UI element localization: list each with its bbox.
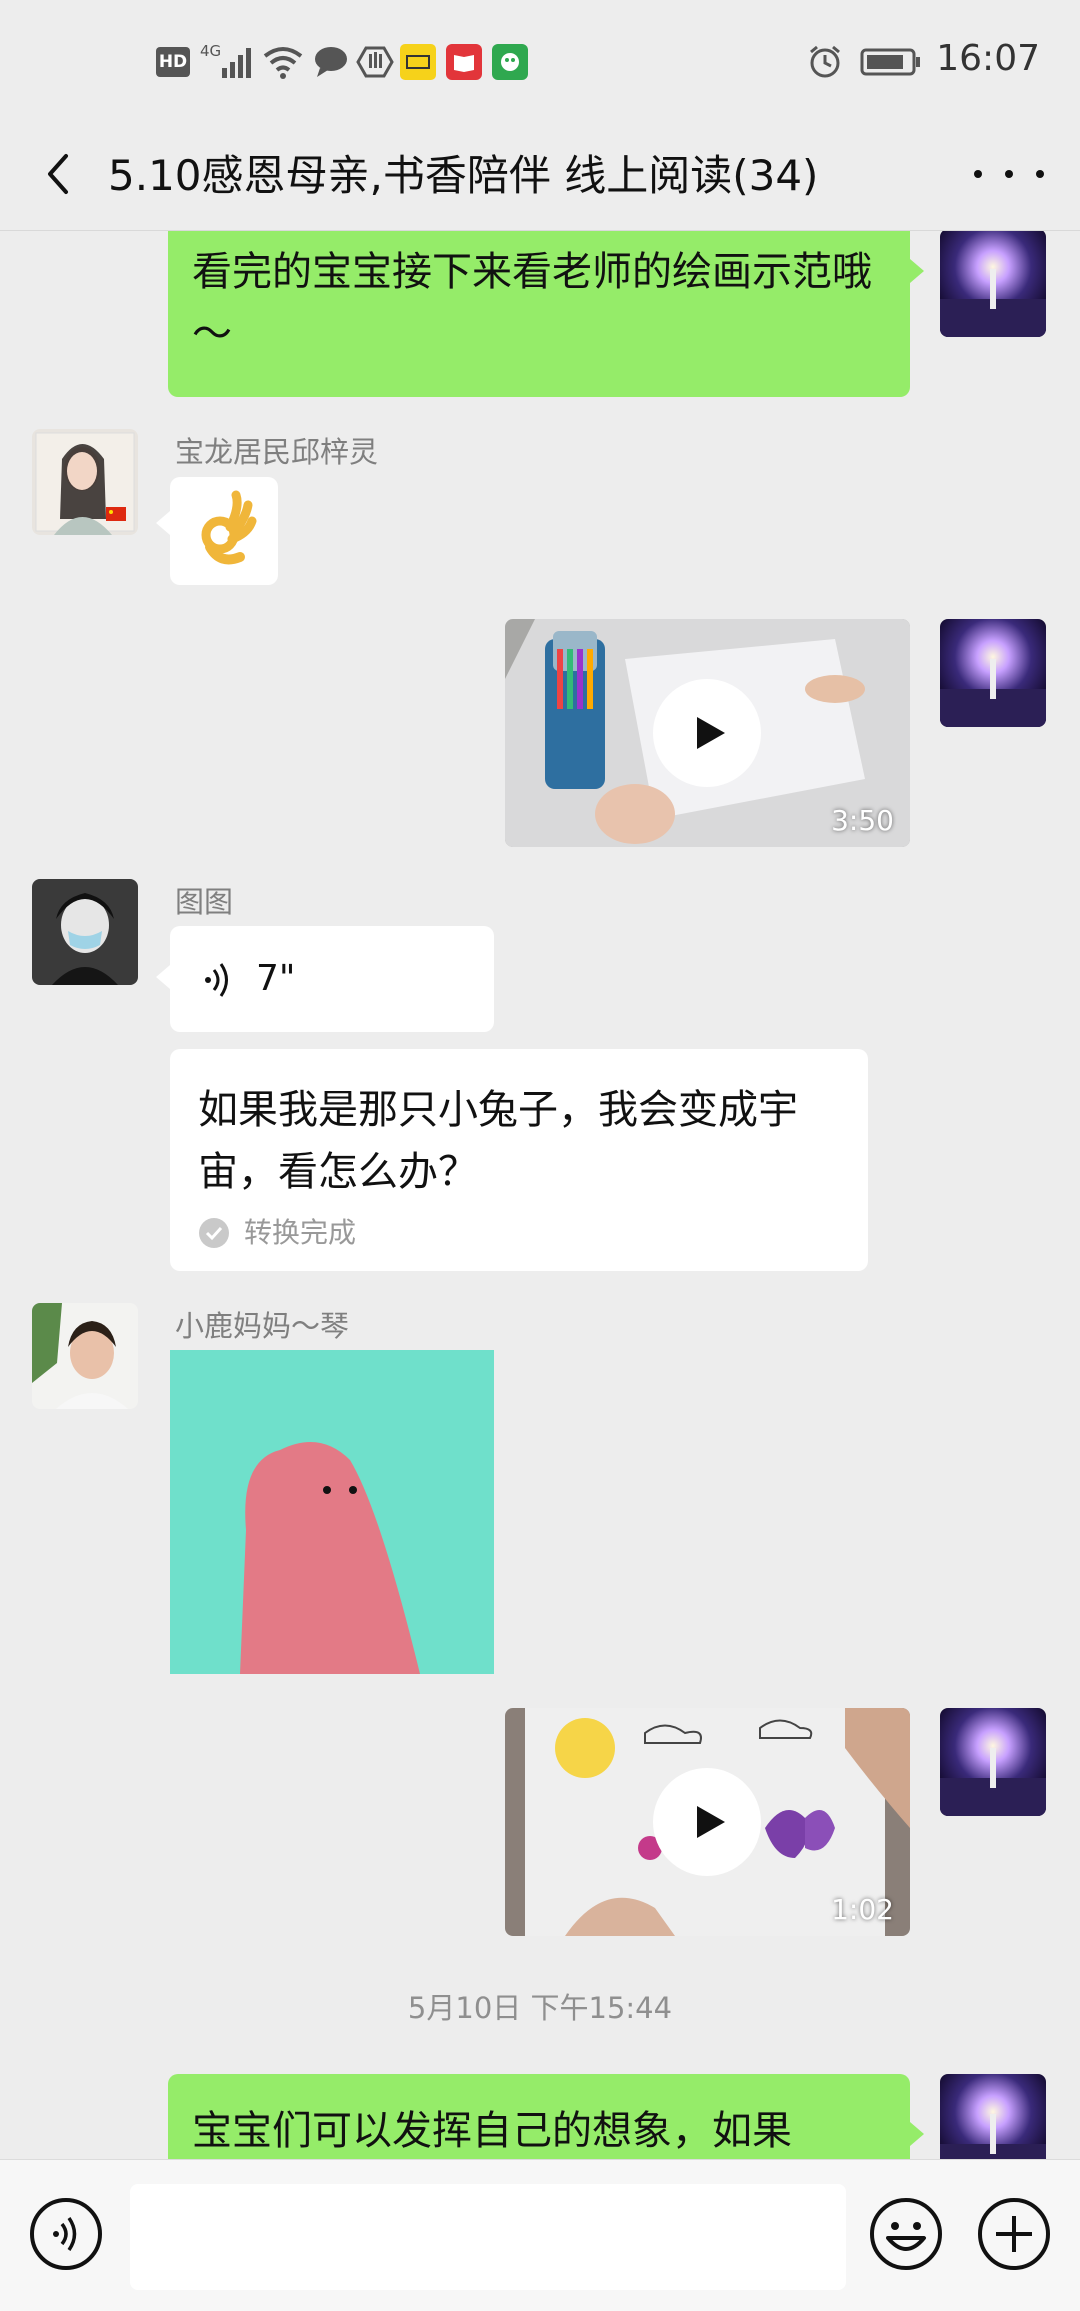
wifi-icon	[262, 44, 304, 80]
play-icon	[697, 1806, 725, 1838]
sender-name: 图图	[175, 885, 234, 919]
image-message[interactable]	[170, 1350, 494, 1674]
bubble-tail	[910, 259, 924, 283]
network-type: 4G	[200, 42, 222, 60]
video-duration: 1:02	[831, 1893, 894, 1926]
avatar-other[interactable]	[32, 429, 138, 535]
book-app-icon	[446, 44, 482, 80]
avatar-other[interactable]	[32, 1303, 138, 1409]
more-dot-icon	[1036, 170, 1044, 178]
avatar-self[interactable]	[940, 2074, 1046, 2159]
video-duration: 3:50	[831, 804, 894, 837]
voice-length: 7"	[256, 958, 296, 999]
more-functions-button[interactable]	[976, 2196, 1052, 2272]
message-input[interactable]	[130, 2184, 846, 2290]
more-dot-icon	[1005, 170, 1013, 178]
alarm-icon	[806, 44, 844, 80]
input-bar	[0, 2159, 1080, 2311]
ok-hand-emoji-icon	[201, 490, 257, 565]
sticker-image	[170, 1350, 494, 1674]
play-icon	[697, 717, 725, 749]
voice-message-bubble[interactable]: 7"	[170, 926, 494, 1032]
more-dot-icon	[974, 170, 982, 178]
emoji-button[interactable]	[868, 2196, 944, 2272]
message-text: 宝宝们可以发挥自己的想象，如果	[192, 2108, 792, 2154]
hand-icon	[356, 44, 394, 80]
game-app-icon	[492, 44, 528, 80]
transcription-status: 转换完成	[198, 1217, 356, 1249]
message-bubble-other[interactable]	[170, 477, 278, 585]
emoji-face-icon	[870, 2198, 942, 2270]
battery-icon	[860, 44, 922, 80]
app-icon-yellow	[400, 44, 436, 80]
transcription-bubble[interactable]: 如果我是那只小兔子，我会变成宇宙，看怎么办？ 转换完成	[170, 1049, 868, 1271]
avatar-self[interactable]	[940, 619, 1046, 727]
status-bar: HD 4G 16:07	[0, 0, 1080, 118]
avatar-self[interactable]	[940, 1708, 1046, 1816]
timestamp: 5月10日 下午15:44	[407, 1991, 673, 2025]
play-button[interactable]	[653, 679, 761, 787]
more-options-button[interactable]	[974, 144, 1044, 204]
video-message[interactable]: 1:02	[505, 1708, 910, 1936]
sender-name: 宝龙居民邱梓灵	[175, 435, 379, 469]
video-message[interactable]: 3:50	[505, 619, 910, 847]
bubble-tail	[156, 511, 170, 535]
bubble-tail	[156, 965, 170, 989]
voice-input-button[interactable]	[28, 2196, 104, 2272]
voice-wave-icon	[205, 963, 228, 997]
sender-name: 小鹿妈妈～琴	[175, 1309, 350, 1343]
message-icon	[312, 44, 350, 80]
chat-title: 5.10感恩母亲,书香陪伴 线上阅读(34)	[108, 151, 819, 200]
back-button[interactable]	[32, 144, 92, 204]
message-list[interactable]: 看完的宝宝接下来看老师的绘画示范哦～ 宝龙居民邱梓灵 3:50 图图 7" 如果…	[0, 231, 1080, 2159]
message-bubble-self[interactable]: 宝宝们可以发挥自己的想象，如果	[168, 2074, 910, 2159]
signal-icon: 4G	[200, 42, 254, 80]
transcription-text: 如果我是那只小兔子，我会变成宇宙，看怎么办？	[198, 1087, 798, 1195]
voice-icon	[30, 2198, 102, 2270]
clock: 16:07	[936, 38, 1040, 79]
avatar-self[interactable]	[940, 231, 1046, 337]
status-label: 转换完成	[244, 1216, 357, 1249]
bubble-tail	[910, 2122, 924, 2146]
message-bubble-self[interactable]: 看完的宝宝接下来看老师的绘画示范哦～	[168, 231, 910, 397]
avatar-other[interactable]	[32, 879, 138, 985]
chat-header: 5.10感恩母亲,书香陪伴 线上阅读(34)	[0, 118, 1080, 231]
hd-icon: HD	[156, 47, 190, 77]
message-text: 看完的宝宝接下来看老师的绘画示范哦～	[192, 249, 872, 357]
check-circle-icon	[199, 1218, 229, 1248]
back-arrow-icon	[48, 154, 68, 194]
play-button[interactable]	[653, 1768, 761, 1876]
plus-icon	[978, 2198, 1050, 2270]
